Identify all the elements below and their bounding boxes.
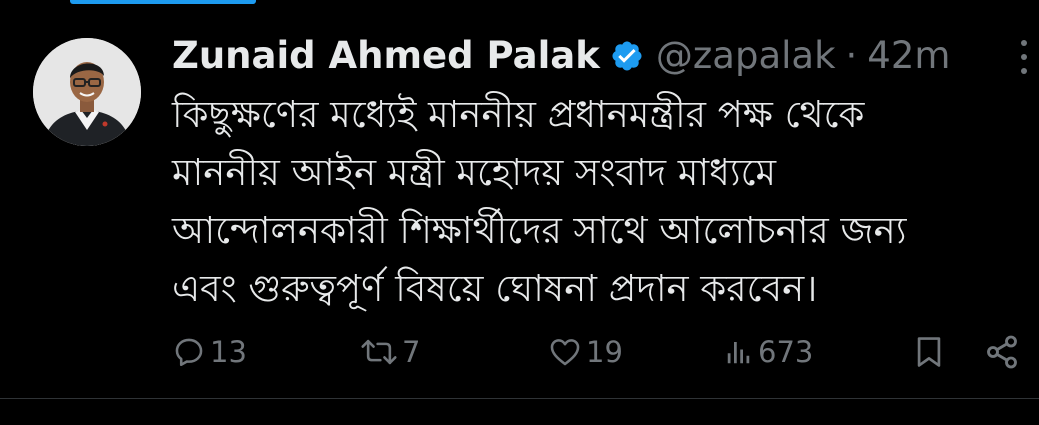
tweet-timestamp[interactable]: 42m: [867, 30, 950, 82]
views-count: 673: [758, 335, 814, 369]
repost-button[interactable]: 7: [360, 330, 420, 374]
verified-badge-icon: [610, 39, 644, 73]
tweet-text: কিছুক্ষণের মধ্যেই মাননীয় প্রধানমন্ত্রীর…: [172, 86, 1012, 318]
like-button[interactable]: 19: [548, 330, 623, 374]
repost-icon: [360, 335, 398, 369]
tweet-text-line: এবং গুরুত্বপূর্ণ বিষয়ে ঘোষনা প্রদান করব…: [172, 267, 818, 310]
repost-count: 7: [402, 335, 421, 369]
bookmark-icon: [912, 334, 946, 370]
avatar[interactable]: [33, 38, 141, 146]
views-button[interactable]: 673: [724, 330, 813, 374]
share-icon: [984, 334, 1020, 370]
more-options-icon[interactable]: [1014, 40, 1034, 74]
tweet-text-line: কিছুক্ষণের মধ্যেই মাননীয় প্রধানমন্ত্রীর…: [172, 93, 865, 136]
bookmark-button[interactable]: [912, 330, 946, 374]
divider: [0, 398, 1039, 399]
reply-button[interactable]: 13: [172, 330, 247, 374]
heart-icon: [548, 335, 582, 369]
tweet-actions: 13 7 19 673: [172, 330, 1032, 374]
reply-icon: [172, 335, 206, 369]
reply-count: 13: [210, 335, 247, 369]
views-icon: [724, 337, 754, 367]
header-separator: ·: [845, 34, 858, 77]
like-count: 19: [586, 335, 623, 369]
tweet-text-line: আন্দোলনকারী শিক্ষার্থীদের সাথে আলোচনার জ…: [172, 209, 907, 252]
author-handle[interactable]: @zapalak: [656, 30, 836, 82]
tweet-text-line: মাননীয় আইন মন্ত্রী মহোদয় সংবাদ মাধ্যমে: [172, 151, 777, 194]
tweet-header: Zunaid Ahmed Palak @zapalak · 42m: [172, 30, 950, 82]
tweet-card[interactable]: Zunaid Ahmed Palak @zapalak · 42m কিছুক্…: [0, 0, 1039, 398]
share-button[interactable]: [984, 330, 1020, 374]
author-name[interactable]: Zunaid Ahmed Palak: [172, 30, 600, 82]
